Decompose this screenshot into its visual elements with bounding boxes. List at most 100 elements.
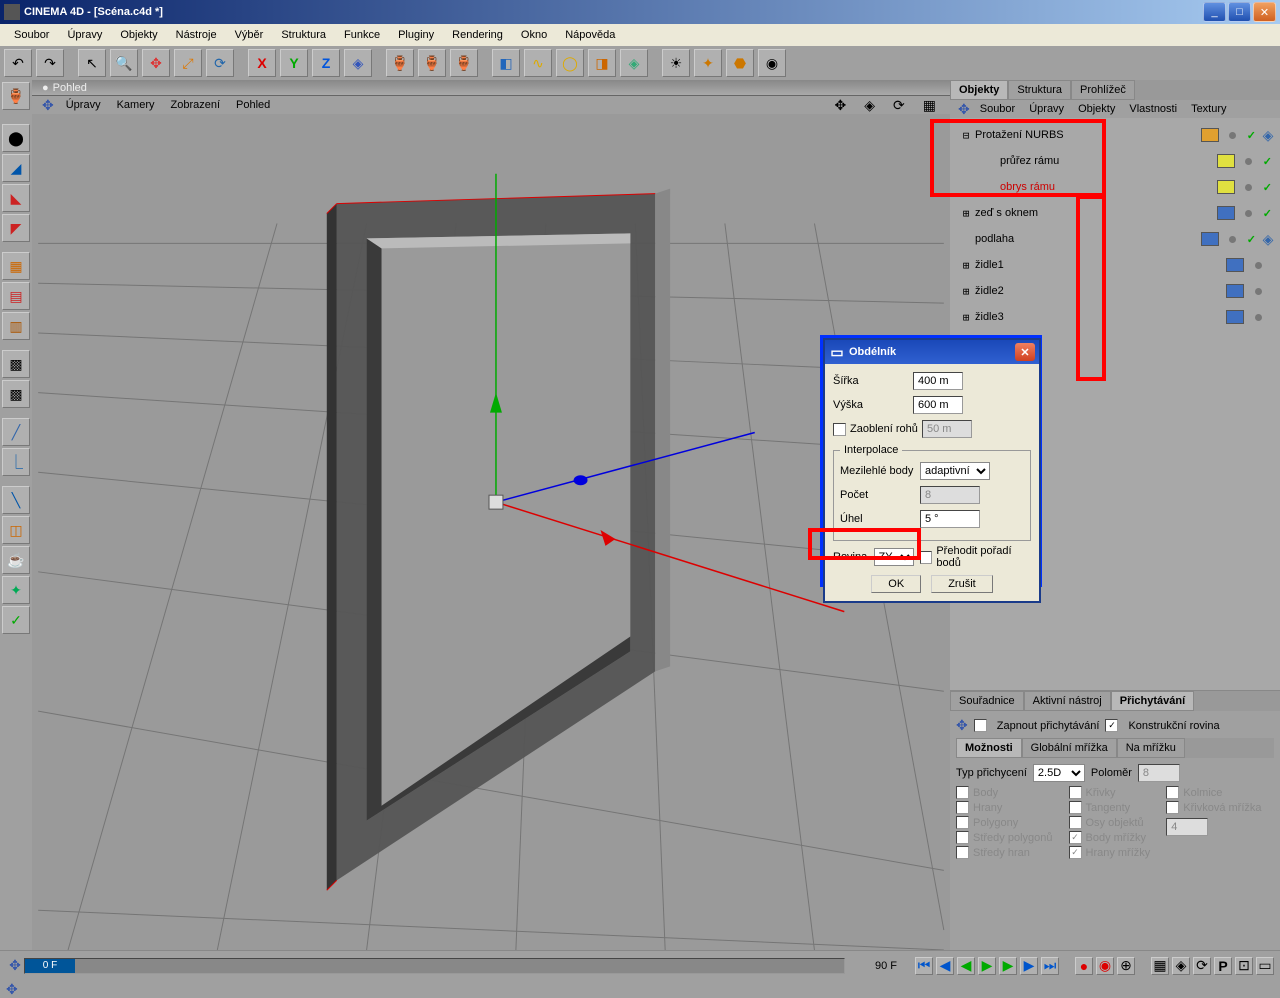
object-row[interactable]: průřez rámu✓ <box>954 148 1276 174</box>
rotate-icon[interactable]: ⟳ <box>206 49 234 77</box>
key-opt5-icon[interactable]: ▭ <box>1256 957 1274 975</box>
axis-x-icon[interactable]: X <box>248 49 276 77</box>
obj-menu-úpravy[interactable]: Úpravy <box>1023 101 1070 117</box>
object-row[interactable]: ⊞židle3 <box>954 304 1276 330</box>
object-row[interactable]: obrys rámu ✓ <box>954 174 1276 200</box>
bottom-subtab-1[interactable]: Globální mřížka <box>1022 738 1117 758</box>
enable-snap-checkbox[interactable] <box>974 719 987 732</box>
width-input[interactable] <box>913 372 963 390</box>
menu-nástroje[interactable]: Nástroje <box>168 26 225 44</box>
snap-opt[interactable]: Osy objektů <box>1069 816 1151 829</box>
zoom-icon[interactable]: 🔍 <box>110 49 138 77</box>
expand-icon[interactable]: ⊞ <box>959 311 973 324</box>
visibility-dots[interactable] <box>1223 132 1243 139</box>
goto-start-icon[interactable]: ⏮ <box>915 957 933 975</box>
tool5-icon[interactable]: ☕ <box>2 546 30 574</box>
particle-icon[interactable]: ✦ <box>694 49 722 77</box>
vp-target-icon[interactable]: ✥ <box>38 95 58 116</box>
tool3-icon[interactable]: ╲ <box>2 486 30 514</box>
bottom-subtab-0[interactable]: Možnosti <box>956 738 1022 758</box>
object-name[interactable]: židle1 <box>973 259 1222 271</box>
bottom-tab-2[interactable]: Přichytávání <box>1111 691 1194 711</box>
midpoints-select[interactable]: adaptivní <box>920 462 990 480</box>
move-icon[interactable]: ✥ <box>142 49 170 77</box>
object-row[interactable]: podlaha✓◈ <box>954 226 1276 252</box>
vp-nav1-icon[interactable]: ✥ <box>827 95 855 116</box>
cancel-button[interactable]: Zrušit <box>931 575 993 593</box>
snap-opt[interactable]: Křivky <box>1069 786 1151 799</box>
object-name[interactable]: obrys rámu <box>998 181 1213 193</box>
vp-menu-zobrazení[interactable]: Zobrazení <box>162 97 228 113</box>
obj-menu-vlastnosti[interactable]: Vlastnosti <box>1123 101 1183 117</box>
autokey-icon[interactable]: ◉ <box>1096 957 1114 975</box>
enabled-tick-icon[interactable]: ✓ <box>1259 181 1276 194</box>
tool2-icon[interactable]: ⎿ <box>2 448 30 476</box>
visibility-dots[interactable] <box>1239 184 1259 191</box>
height-input[interactable] <box>913 396 963 414</box>
key-pos-icon[interactable]: ⊕ <box>1117 957 1135 975</box>
snap-opt[interactable]: Křivková mřížka <box>1166 801 1261 814</box>
render-view-icon[interactable]: 🏺 <box>386 49 414 77</box>
render-picture-icon[interactable]: 🏺 <box>418 49 446 77</box>
obj-menu-soubor[interactable]: Soubor <box>974 101 1021 117</box>
goto-end-icon[interactable]: ⏭ <box>1041 957 1059 975</box>
check1-icon[interactable]: ▩ <box>2 350 30 378</box>
obj-tab-objekty[interactable]: Objekty <box>950 80 1008 100</box>
vp-nav3-icon[interactable]: ⟳ <box>885 95 913 116</box>
snap-type-select[interactable]: 2.5D <box>1033 764 1085 782</box>
bottom-tab-1[interactable]: Aktivní nástroj <box>1024 691 1111 711</box>
obj-menu-textury[interactable]: Textury <box>1185 101 1232 117</box>
viewport[interactable]: ● Pohled ✥ ÚpravyKameryZobrazeníPohled ✥… <box>32 80 950 950</box>
visibility-dots[interactable] <box>1248 262 1268 269</box>
constr-plane-checkbox[interactable]: ✓ <box>1105 719 1118 732</box>
obj-menu-objekty[interactable]: Objekty <box>1072 101 1121 117</box>
enabled-tick-icon[interactable]: ✓ <box>1243 233 1260 246</box>
bottom-subtab-2[interactable]: Na mřížku <box>1117 738 1185 758</box>
menu-rendering[interactable]: Rendering <box>444 26 511 44</box>
camera-icon[interactable]: ◉ <box>758 49 786 77</box>
maximize-button[interactable]: □ <box>1228 2 1251 22</box>
object-name[interactable]: židle3 <box>973 311 1222 323</box>
sb-target-icon[interactable]: ✥ <box>6 981 18 998</box>
object-row[interactable]: ⊞zeď s oknem✓ <box>954 200 1276 226</box>
expand-icon[interactable]: ⊟ <box>959 129 973 142</box>
axis-y-icon[interactable]: Y <box>280 49 308 77</box>
key-opt1-icon[interactable]: ▦ <box>1151 957 1169 975</box>
snap-opt[interactable]: Středy polygonů <box>956 831 1053 844</box>
primitive-cube-icon[interactable]: ◧ <box>492 49 520 77</box>
obj-tab-prohlížeč[interactable]: Prohlížeč <box>1071 80 1135 100</box>
tool1-icon[interactable]: ╱ <box>2 418 30 446</box>
reverse-checkbox[interactable] <box>920 551 932 564</box>
visibility-dots[interactable] <box>1239 158 1259 165</box>
object-row[interactable]: ⊞židle2 <box>954 278 1276 304</box>
render-settings-icon[interactable]: 🏺 <box>450 49 478 77</box>
vp-menu-úpravy[interactable]: Úpravy <box>58 97 109 113</box>
enabled-tick-icon[interactable]: ✓ <box>1259 155 1276 168</box>
visibility-dots[interactable] <box>1239 210 1259 217</box>
cursor-icon[interactable]: ↖ <box>78 49 106 77</box>
edge-mode-icon[interactable]: ◣ <box>2 184 30 212</box>
menu-objekty[interactable]: Objekty <box>112 26 165 44</box>
tag-icon[interactable]: ◈ <box>1260 231 1276 248</box>
light-icon[interactable]: ☀ <box>662 49 690 77</box>
enabled-tick-icon[interactable]: ✓ <box>1243 129 1260 142</box>
ok-button[interactable]: OK <box>871 575 921 593</box>
spline-icon[interactable]: ∿ <box>524 49 552 77</box>
snap-opt[interactable]: Tangenty <box>1069 801 1151 814</box>
dialog-close-button[interactable]: ✕ <box>1015 343 1035 361</box>
snap-opt[interactable]: Kolmice <box>1166 786 1261 799</box>
om-target-icon[interactable]: ✥ <box>956 99 972 120</box>
object-name[interactable]: židle2 <box>973 285 1222 297</box>
redo-button[interactable]: ↷ <box>36 49 64 77</box>
visibility-dots[interactable] <box>1223 236 1243 243</box>
menu-funkce[interactable]: Funkce <box>336 26 388 44</box>
expand-icon[interactable]: ⊞ <box>959 207 973 220</box>
scale-icon[interactable]: ⤢ <box>174 49 202 77</box>
texture-icon[interactable]: ▦ <box>2 252 30 280</box>
object-axis-icon[interactable]: ⬤ <box>2 124 30 152</box>
scene-icon[interactable]: ◈ <box>620 49 648 77</box>
object-name[interactable]: zeď s oknem <box>973 207 1213 219</box>
object-name[interactable]: Protažení NURBS <box>973 129 1197 141</box>
menu-okno[interactable]: Okno <box>513 26 555 44</box>
menu-nápověda[interactable]: Nápověda <box>557 26 623 44</box>
